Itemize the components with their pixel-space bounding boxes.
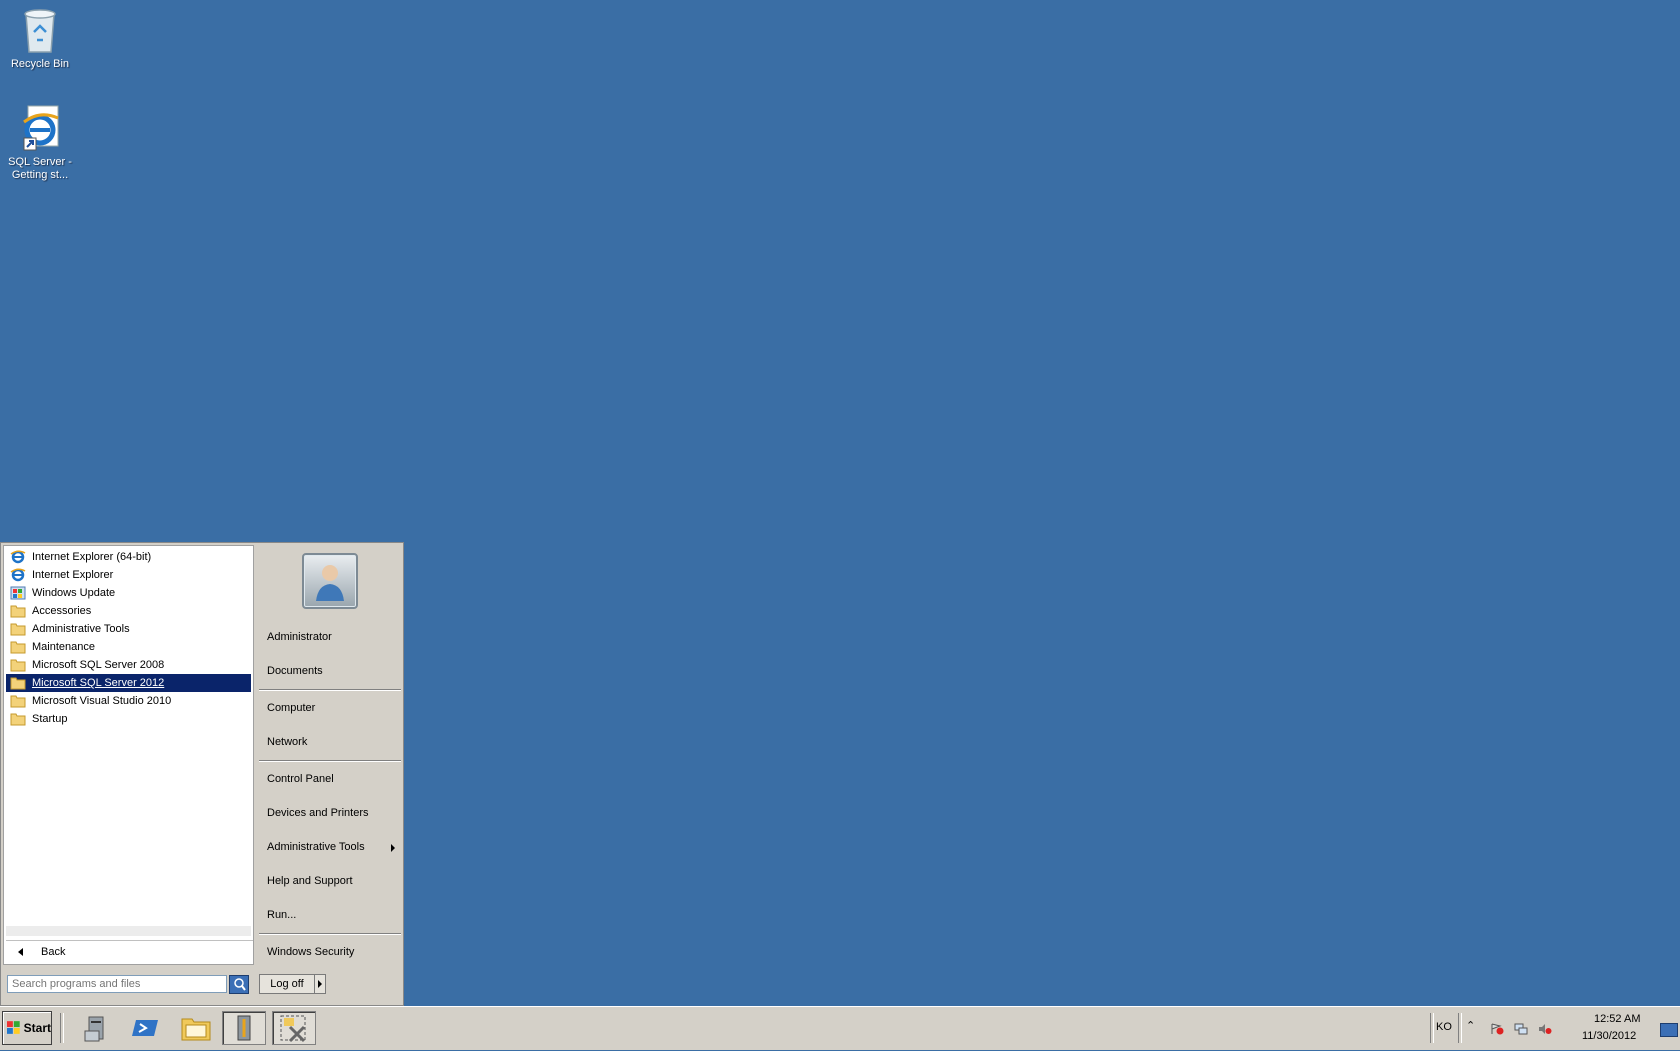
folder-icon bbox=[10, 713, 26, 726]
internet-explorer-shortcut-icon bbox=[23, 105, 59, 151]
back-button[interactable]: Back bbox=[6, 940, 253, 963]
desktop-icon-recycle-bin[interactable]: Recycle Bin bbox=[0, 6, 82, 71]
taskbar-admin-tools[interactable] bbox=[272, 1011, 316, 1045]
sql-config-tool-icon bbox=[237, 1015, 251, 1041]
program-windows-update[interactable]: Windows Update bbox=[6, 584, 251, 602]
back-arrow-icon bbox=[18, 948, 23, 956]
taskbar-windows-explorer[interactable] bbox=[174, 1011, 218, 1045]
submenu-arrow-icon bbox=[391, 844, 395, 852]
tray-separator bbox=[1430, 1013, 1434, 1043]
internet-explorer-icon bbox=[10, 568, 26, 582]
program-folder-visual-studio-2010[interactable]: Microsoft Visual Studio 2010 bbox=[6, 692, 251, 710]
menu-divider bbox=[259, 933, 401, 935]
powershell-icon bbox=[132, 1020, 158, 1036]
folder-icon bbox=[10, 659, 26, 672]
taskbar: Start KO ⌃ 12:52 AM 11/30/2012 bbox=[0, 1006, 1680, 1050]
internet-explorer-icon bbox=[10, 550, 26, 564]
volume-muted-icon[interactable] bbox=[1538, 1023, 1552, 1035]
folder-icon bbox=[10, 605, 26, 618]
menu-administrative-tools[interactable]: Administrative Tools bbox=[267, 836, 401, 858]
admin-tools-icon bbox=[280, 1015, 306, 1043]
menu-documents[interactable]: Documents bbox=[267, 660, 401, 682]
search-input[interactable] bbox=[7, 975, 227, 993]
menu-administrator[interactable]: Administrator bbox=[267, 626, 401, 648]
program-folder-startup[interactable]: Startup bbox=[6, 710, 251, 728]
user-avatar[interactable] bbox=[302, 553, 358, 609]
taskbar-powershell[interactable] bbox=[124, 1011, 168, 1045]
clock-time[interactable]: 12:52 AM bbox=[1594, 1013, 1640, 1025]
program-label: Accessories bbox=[32, 605, 92, 617]
program-label: Internet Explorer bbox=[32, 569, 114, 581]
program-internet-explorer[interactable]: Internet Explorer bbox=[6, 566, 251, 584]
program-label: Maintenance bbox=[32, 641, 95, 653]
server-manager-icon bbox=[84, 1016, 104, 1042]
search-button[interactable] bbox=[229, 975, 249, 994]
chevron-right-icon bbox=[318, 980, 322, 988]
menu-administrative-tools-label: Administrative Tools bbox=[267, 841, 365, 853]
menu-help-and-support[interactable]: Help and Support bbox=[267, 870, 401, 892]
menu-computer[interactable]: Computer bbox=[267, 697, 401, 719]
all-programs-pane: Internet Explorer (64-bit) Internet Expl… bbox=[3, 545, 254, 965]
start-button[interactable]: Start bbox=[2, 1011, 52, 1045]
start-label: Start bbox=[23, 1021, 51, 1035]
windows-update-icon bbox=[10, 586, 26, 600]
folder-icon bbox=[10, 641, 26, 654]
clock-date[interactable]: 11/30/2012 bbox=[1582, 1030, 1636, 1042]
start-menu-right-pane: Administrator Documents Computer Network… bbox=[255, 543, 403, 967]
menu-run[interactable]: Run... bbox=[267, 904, 401, 926]
language-indicator[interactable]: KO bbox=[1436, 1021, 1452, 1033]
recycle-bin-icon bbox=[24, 9, 56, 53]
program-internet-explorer-64bit[interactable]: Internet Explorer (64-bit) bbox=[6, 548, 251, 566]
shutdown-options-button[interactable] bbox=[314, 974, 326, 994]
notification-area: KO ⌃ 12:52 AM 11/30/2012 bbox=[1380, 1007, 1680, 1051]
program-folder-administrative-tools[interactable]: Administrative Tools bbox=[6, 620, 251, 638]
programs-divider bbox=[6, 926, 251, 936]
user-icon bbox=[316, 565, 344, 601]
search-icon bbox=[234, 978, 246, 991]
windows-flag-icon bbox=[7, 1021, 20, 1034]
back-label: Back bbox=[41, 946, 66, 958]
program-folder-sql-server-2008[interactable]: Microsoft SQL Server 2008 bbox=[6, 656, 251, 674]
program-folder-maintenance[interactable]: Maintenance bbox=[6, 638, 251, 656]
folder-icon bbox=[10, 623, 26, 636]
program-label: Internet Explorer (64-bit) bbox=[32, 551, 152, 563]
menu-network[interactable]: Network bbox=[267, 731, 401, 753]
program-label: Microsoft Visual Studio 2010 bbox=[32, 695, 172, 707]
folder-icon bbox=[10, 677, 26, 690]
tray-separator bbox=[1458, 1013, 1462, 1043]
start-menu: Internet Explorer (64-bit) Internet Expl… bbox=[0, 542, 404, 1006]
program-label: Microsoft SQL Server 2008 bbox=[32, 659, 165, 671]
network-icon[interactable] bbox=[1514, 1023, 1528, 1035]
program-folder-sql-server-2012[interactable]: Microsoft SQL Server 2012 bbox=[6, 674, 251, 692]
desktop-icon-label: Recycle Bin bbox=[10, 58, 70, 70]
menu-control-panel[interactable]: Control Panel bbox=[267, 768, 401, 790]
show-hidden-icons-button[interactable]: ⌃ bbox=[1466, 1019, 1475, 1032]
taskbar-sql-configuration[interactable] bbox=[222, 1011, 266, 1045]
taskbar-separator bbox=[60, 1013, 64, 1043]
explorer-folder-icon bbox=[181, 1018, 211, 1041]
program-label: Windows Update bbox=[32, 587, 116, 599]
program-label: Startup bbox=[32, 713, 68, 725]
menu-divider bbox=[259, 760, 401, 762]
menu-divider bbox=[259, 689, 401, 691]
action-center-flag-icon[interactable] bbox=[1490, 1023, 1504, 1035]
program-label: Microsoft SQL Server 2012 bbox=[32, 677, 165, 689]
desktop-icon-label: SQL Server - Getting st... bbox=[8, 156, 72, 181]
program-label: Administrative Tools bbox=[32, 623, 130, 635]
menu-windows-security[interactable]: Windows Security bbox=[267, 941, 401, 963]
program-folder-accessories[interactable]: Accessories bbox=[6, 602, 251, 620]
show-desktop-button[interactable] bbox=[1660, 1023, 1678, 1037]
menu-devices-and-printers[interactable]: Devices and Printers bbox=[267, 802, 401, 824]
log-off-button[interactable]: Log off bbox=[259, 974, 315, 994]
folder-icon bbox=[10, 695, 26, 708]
desktop-icon-sql-server-getting-started[interactable]: SQL Server - Getting st... bbox=[0, 104, 82, 182]
taskbar-server-manager[interactable] bbox=[74, 1011, 118, 1045]
